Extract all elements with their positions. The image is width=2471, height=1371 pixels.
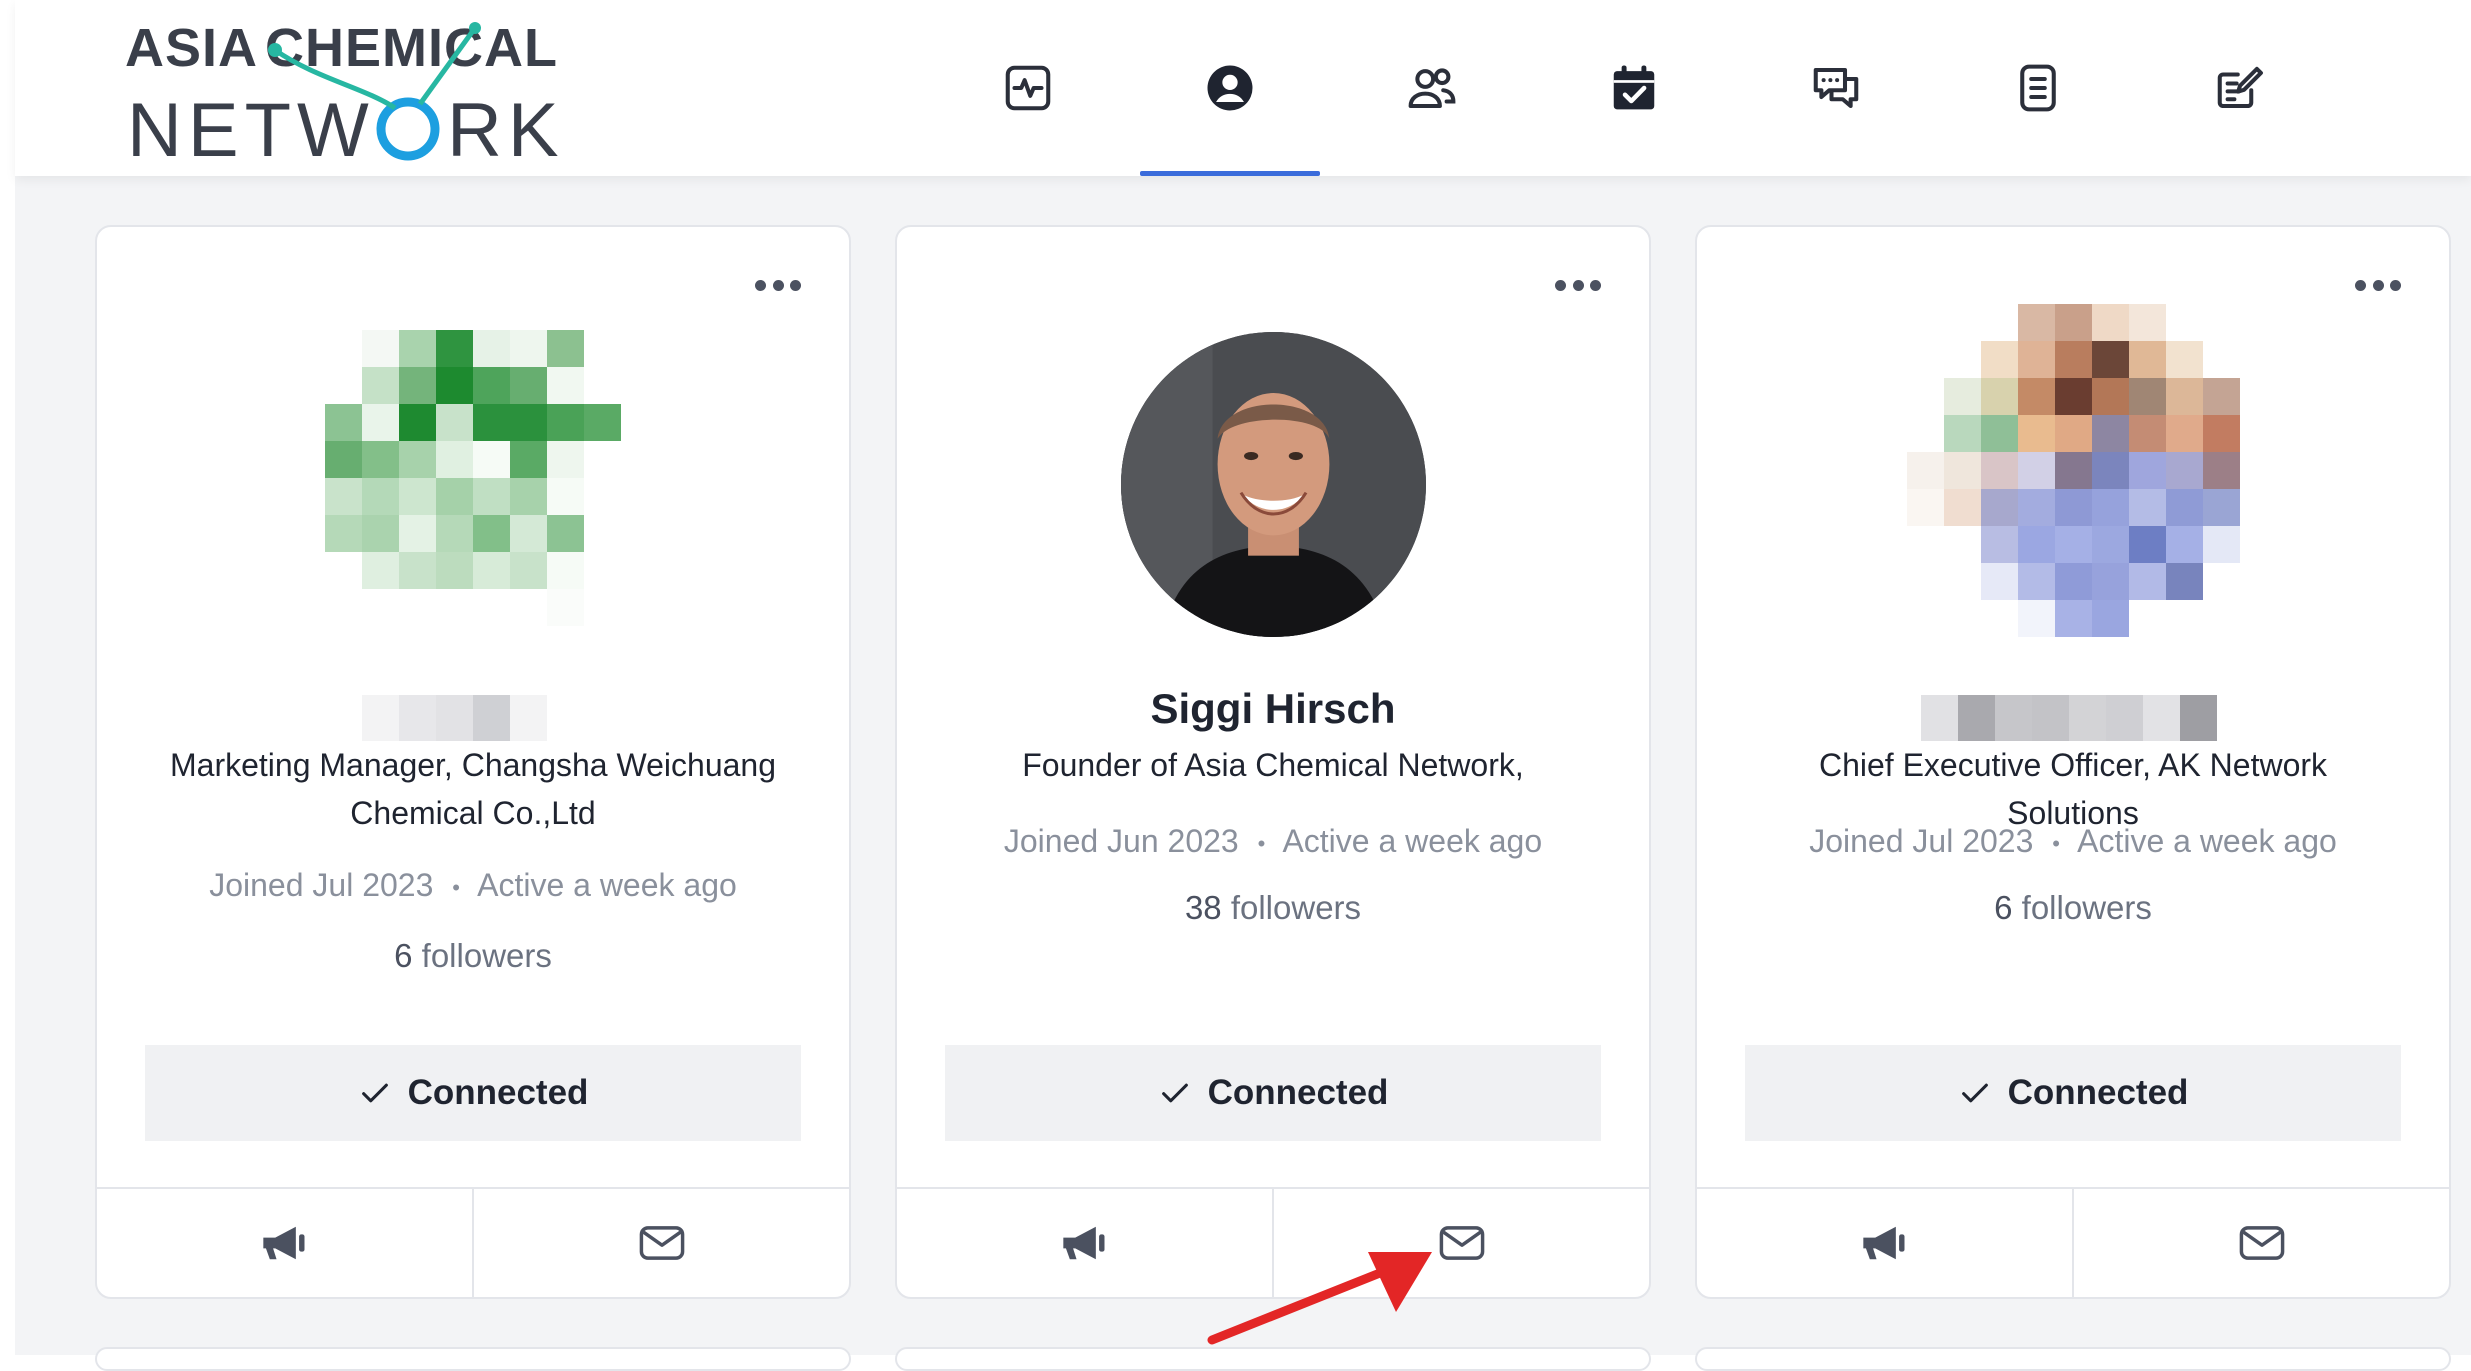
followers-label: followers	[2021, 889, 2152, 926]
connections-icon	[1408, 68, 1456, 109]
connected-label: Connected	[407, 1073, 589, 1112]
member-role: Founder of Asia Chemical Network,	[1022, 747, 1524, 783]
more-options-button[interactable]	[1555, 275, 1601, 295]
member-card: Marketing Manager, Changsha Weichuang Ch…	[95, 225, 851, 1299]
last-active: Active a week ago	[2077, 823, 2337, 859]
svg-text:ASIA: ASIA	[125, 18, 258, 78]
connected-button[interactable]: Connected	[945, 1045, 1601, 1141]
nav-messages[interactable]	[1746, 0, 1926, 176]
followers-link[interactable]: 38 followers	[897, 889, 1649, 927]
top-header: ASIA CHEMICAL NETW RK	[15, 0, 2471, 176]
last-active: Active a week ago	[1282, 823, 1543, 859]
member-card-partial	[1695, 1347, 2451, 1371]
member-card: Chief Executive Officer, AK Network Solu…	[1695, 225, 2451, 1299]
last-active: Active a week ago	[477, 867, 737, 903]
activity-icon	[1005, 65, 1051, 111]
follow-button[interactable]	[1697, 1189, 2072, 1297]
followers-count: 6	[394, 937, 413, 974]
followers-link[interactable]: 6 followers	[1697, 889, 2449, 927]
member-card-partial	[895, 1347, 1651, 1371]
active-tab-indicator	[1140, 171, 1320, 176]
connected-button[interactable]: Connected	[145, 1045, 801, 1141]
followers-count: 38	[1184, 889, 1222, 926]
svg-text:RK: RK	[447, 88, 565, 168]
card-actions	[897, 1187, 1649, 1297]
member-card-partial	[95, 1347, 851, 1371]
envelope-icon	[1439, 1226, 1484, 1260]
svg-text:NETW: NETW	[127, 88, 375, 168]
member-activity: Joined Jun 2023 • Active a week ago	[897, 823, 1649, 860]
follow-button[interactable]	[97, 1189, 472, 1297]
document-icon	[2020, 64, 2056, 112]
person-portrait	[1120, 332, 1426, 637]
avatar[interactable]	[97, 330, 849, 637]
connected-label: Connected	[2007, 1073, 2189, 1112]
avatar-photo	[1120, 332, 1426, 637]
avatar[interactable]	[1697, 304, 2449, 637]
more-options-button[interactable]	[755, 275, 801, 295]
member-role: Marketing Manager, Changsha Weichuang Ch…	[170, 747, 776, 831]
megaphone-icon	[1062, 1226, 1104, 1260]
nav-notes[interactable]	[2150, 0, 2330, 176]
more-options-button[interactable]	[2355, 275, 2401, 295]
connected-label: Connected	[1207, 1073, 1389, 1112]
member-name-blurred	[362, 695, 547, 741]
member-name-blurred	[1921, 695, 2217, 741]
nav-activity[interactable]	[938, 0, 1118, 176]
chat-icon	[1813, 67, 1859, 109]
nav-documents[interactable]	[1948, 0, 2128, 176]
followers-label: followers	[1230, 889, 1362, 926]
meta-separator: •	[452, 874, 460, 900]
card-actions	[97, 1187, 849, 1297]
member-activity: Joined Jul 2023 • Active a week ago	[1697, 823, 2449, 860]
events-calendar-icon	[1613, 65, 1655, 110]
envelope-icon	[2239, 1226, 2284, 1260]
joined-date: Joined Jul 2023	[1809, 823, 2034, 859]
nav-events[interactable]	[1544, 0, 1724, 176]
site-logo[interactable]: ASIA CHEMICAL NETW RK	[115, 8, 585, 173]
edit-note-icon	[2217, 66, 2263, 109]
profile-icon	[1207, 65, 1253, 111]
nav-profile[interactable]	[1140, 0, 1320, 176]
message-button[interactable]	[472, 1189, 849, 1297]
avatar-image-blurred	[1906, 304, 2240, 637]
check-icon	[1961, 1083, 1988, 1103]
avatar[interactable]	[897, 332, 1649, 637]
envelope-icon	[639, 1226, 684, 1260]
member-card: Siggi Hirsch Founder of Asia Chemical Ne…	[895, 225, 1651, 1299]
avatar-image-blurred	[325, 330, 621, 626]
followers-label: followers	[421, 937, 552, 974]
megaphone-icon	[262, 1226, 304, 1260]
check-icon	[361, 1083, 388, 1103]
meta-separator: •	[1257, 830, 1266, 856]
joined-date: Joined Jul 2023	[209, 867, 434, 903]
joined-date: Joined Jun 2023	[1003, 823, 1239, 859]
follow-button[interactable]	[897, 1189, 1272, 1297]
megaphone-icon	[1862, 1226, 1904, 1260]
message-button[interactable]	[2072, 1189, 2449, 1297]
followers-count: 6	[1994, 889, 2013, 926]
message-button[interactable]	[1272, 1189, 1649, 1297]
followers-link[interactable]: 6 followers	[97, 937, 849, 975]
member-activity: Joined Jul 2023 • Active a week ago	[97, 867, 849, 904]
member-name[interactable]: Siggi Hirsch	[897, 685, 1649, 733]
check-icon	[1161, 1083, 1188, 1103]
card-actions	[1697, 1187, 2449, 1297]
nav-connections[interactable]	[1342, 0, 1522, 176]
connected-button[interactable]: Connected	[1745, 1045, 2401, 1141]
meta-separator: •	[2052, 830, 2060, 856]
